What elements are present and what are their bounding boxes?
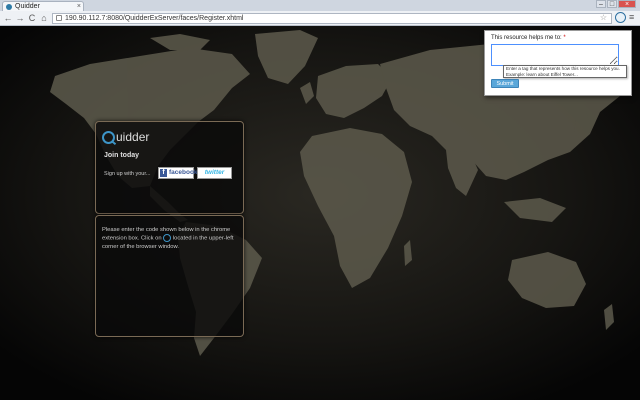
quidder-inline-icon xyxy=(163,234,172,242)
window-close-icon[interactable]: × xyxy=(618,0,636,8)
required-mark: * xyxy=(563,35,566,41)
resource-tag-input[interactable] xyxy=(491,44,619,66)
minimize-icon[interactable]: – xyxy=(596,0,606,8)
facebook-label: facebook xyxy=(169,169,198,176)
forward-icon[interactable]: → xyxy=(14,12,26,24)
facebook-signup-button[interactable]: f facebook xyxy=(158,167,198,179)
page-icon xyxy=(56,15,62,21)
popup-label-text: This resource helps me to: xyxy=(491,35,562,41)
browser-tab[interactable]: Quidder × xyxy=(2,1,84,11)
input-tooltip: Enter a tag that represents how this res… xyxy=(503,65,627,78)
quidder-favicon-icon xyxy=(6,4,12,10)
tab-strip: Quidder × – □ × xyxy=(0,0,640,11)
bookmark-star-icon[interactable]: ☆ xyxy=(600,13,607,22)
reload-icon[interactable]: C xyxy=(26,12,38,24)
join-card: uidder Join today Sign up with your... f… xyxy=(95,121,244,214)
facebook-icon: f xyxy=(160,169,167,177)
twitter-label: twitter xyxy=(204,169,225,176)
browser-toolbar: ← → C ⌂ 190.90.112.7:8080/QuidderExServe… xyxy=(0,11,640,26)
code-instructions: Please enter the code shown below in the… xyxy=(102,226,240,251)
quidder-extension-icon[interactable] xyxy=(615,12,626,23)
back-icon[interactable]: ← xyxy=(2,12,14,24)
tab-title: Quidder xyxy=(15,3,40,10)
home-icon[interactable]: ⌂ xyxy=(38,12,50,24)
code-card: Please enter the code shown below in the… xyxy=(95,215,244,337)
signup-label: Sign up with your... xyxy=(104,171,151,177)
quidder-logo-icon xyxy=(102,130,115,144)
logo-text: uidder xyxy=(116,130,150,144)
address-bar[interactable]: 190.90.112.7:8080/QuidderExServer/faces/… xyxy=(52,13,612,24)
popup-label: This resource helps me to: * xyxy=(491,35,566,41)
wrench-menu-icon[interactable]: ≡ xyxy=(629,12,634,22)
extension-popup: This resource helps me to: * Enter a tag… xyxy=(484,30,632,96)
twitter-signup-button[interactable]: twitter xyxy=(197,167,232,179)
quidder-logo: uidder xyxy=(102,129,149,145)
maximize-icon[interactable]: □ xyxy=(607,0,617,8)
join-title: Join today xyxy=(104,152,140,159)
submit-button[interactable]: Submit xyxy=(491,79,519,88)
address-url: 190.90.112.7:8080/QuidderExServer/faces/… xyxy=(65,15,244,22)
